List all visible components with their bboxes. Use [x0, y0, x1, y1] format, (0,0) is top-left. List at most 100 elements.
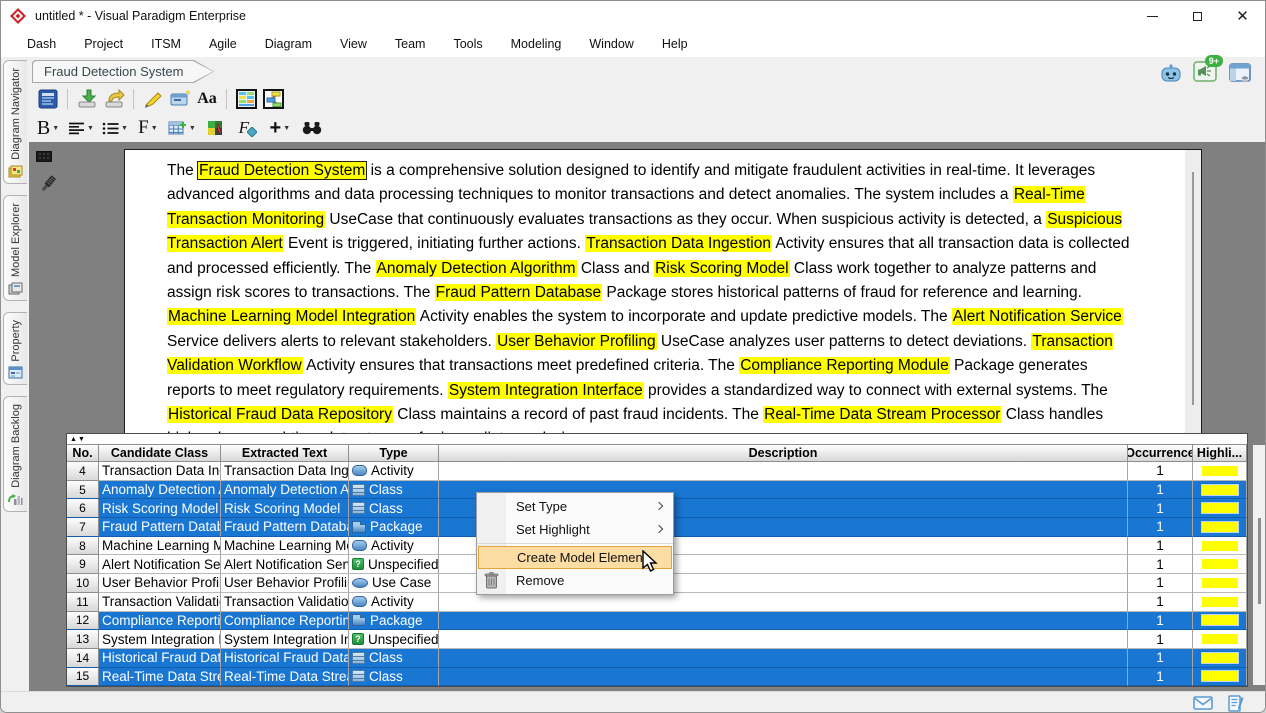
textual-analysis-button[interactable] [36, 87, 60, 111]
extracted-text-cell[interactable]: Transaction Data Ingestion [221, 462, 349, 481]
highlight-cell[interactable] [1193, 593, 1247, 612]
occurrence-cell[interactable]: 1 [1128, 481, 1193, 500]
highlight-cell[interactable] [1193, 537, 1247, 556]
occurrence-cell[interactable]: 1 [1128, 574, 1193, 593]
menu-item-agile[interactable]: Agile [195, 33, 251, 55]
row-number-cell[interactable]: 15 [67, 668, 99, 687]
menu-item-team[interactable]: Team [381, 33, 440, 55]
menu-item-window[interactable]: Window [575, 33, 647, 55]
candidate-class-cell[interactable]: Risk Scoring Model [99, 499, 221, 518]
menu-item-help[interactable]: Help [648, 33, 702, 55]
table-row[interactable]: 15Real-Time Data Stream ProcessorReal-Ti… [67, 668, 1247, 687]
type-cell[interactable]: Use Case [349, 574, 439, 593]
font-style-button[interactable]: Aa [195, 87, 219, 111]
highlight-cell[interactable] [1193, 518, 1247, 537]
type-cell[interactable]: Class [349, 481, 439, 500]
column-header-description[interactable]: Description [439, 445, 1128, 462]
extracted-text-cell[interactable]: System Integration Interface [221, 630, 349, 649]
document-scrollbar[interactable] [1185, 150, 1201, 433]
context-menu-item-set-type[interactable]: Set Type [477, 495, 673, 518]
menu-item-itsm[interactable]: ITSM [137, 33, 195, 55]
tab-fraud-detection-system[interactable]: Fraud Detection System [32, 60, 214, 83]
row-number-cell[interactable]: 6 [67, 499, 99, 518]
table-row[interactable]: 4Transaction Data IngestionTransaction D… [67, 462, 1247, 481]
column-header-type[interactable]: Type [349, 445, 439, 462]
list-button[interactable]: ▼ [102, 116, 128, 140]
highlighted-term[interactable]: Alert Notification Service [952, 308, 1123, 325]
description-cell[interactable] [439, 649, 1128, 668]
highlight-cell[interactable] [1193, 574, 1247, 593]
occurrence-cell[interactable]: 1 [1128, 593, 1193, 612]
font-button[interactable]: F▼ [136, 116, 160, 140]
table-row[interactable]: 14Historical Fraud Data RepositoryHistor… [67, 649, 1247, 668]
row-number-cell[interactable]: 4 [67, 462, 99, 481]
extracted-text-cell[interactable]: User Behavior Profiling [221, 574, 349, 593]
highlight-cell[interactable] [1193, 668, 1247, 687]
extracted-text-cell[interactable]: Anomaly Detection Algorithm [221, 481, 349, 500]
sidebar-tab-diagram-navigator[interactable]: Diagram Navigator [3, 60, 27, 184]
type-cell[interactable]: Activity [349, 537, 439, 556]
occurrence-cell[interactable]: 1 [1128, 518, 1193, 537]
extracted-text-cell[interactable]: Historical Fraud Data Repository [221, 649, 349, 668]
extracted-text-cell[interactable]: Transaction Validation Workflow [221, 593, 349, 612]
occurrence-cell[interactable]: 1 [1128, 630, 1193, 649]
table-row[interactable]: 12Compliance Reporting ModuleCompliance … [67, 612, 1247, 631]
column-header-no[interactable]: No. [67, 445, 99, 462]
row-number-cell[interactable]: 7 [67, 518, 99, 537]
table-scrollbar-thumb[interactable] [1258, 518, 1261, 604]
description-cell[interactable] [439, 668, 1128, 687]
description-cell[interactable] [439, 462, 1128, 481]
row-number-cell[interactable]: 14 [67, 649, 99, 668]
column-header-occurrence[interactable]: Occurrence [1128, 445, 1193, 462]
type-cell[interactable]: Class [349, 649, 439, 668]
diagram-thumbnail-1-button[interactable] [234, 87, 258, 111]
edit-notes-icon[interactable] [1228, 695, 1245, 712]
sort-asc-icon[interactable]: ▲ [70, 436, 78, 443]
occurrence-cell[interactable]: 1 [1128, 537, 1193, 556]
menu-item-dash[interactable]: Dash [13, 33, 70, 55]
sidebar-tab-diagram-backlog[interactable]: Diagram Backlog [3, 396, 27, 512]
menu-item-tools[interactable]: Tools [439, 33, 496, 55]
candidate-class-cell[interactable]: System Integration Interface [99, 630, 221, 649]
notifications-megaphone-icon[interactable]: 9+ [1193, 59, 1219, 88]
insert-table-button[interactable]: ▼ [168, 116, 196, 140]
brush-tool-icon[interactable] [39, 174, 57, 194]
table-scrollbar[interactable] [1253, 445, 1265, 685]
row-number-cell[interactable]: 10 [67, 574, 99, 593]
table-row[interactable]: 11Transaction Validation WorkflowTransac… [67, 593, 1247, 612]
color-palette-button[interactable] [204, 116, 228, 140]
occurrence-cell[interactable]: 1 [1128, 649, 1193, 668]
menu-item-modeling[interactable]: Modeling [497, 33, 576, 55]
row-number-cell[interactable]: 13 [67, 630, 99, 649]
menu-item-project[interactable]: Project [70, 33, 137, 55]
highlighted-term[interactable]: Anomaly Detection Algorithm [376, 260, 577, 277]
add-element-button[interactable]: +▼ [268, 116, 292, 140]
context-menu-item-set-highlight[interactable]: Set Highlight [477, 518, 673, 541]
maximize-button[interactable] [1175, 1, 1220, 31]
search-binoculars-button[interactable] [300, 116, 324, 140]
minimize-button[interactable] [1130, 1, 1175, 31]
highlighted-term[interactable]: Fraud Detection System [198, 162, 366, 179]
extracted-text-cell[interactable]: Alert Notification Service [221, 555, 349, 574]
row-number-cell[interactable]: 11 [67, 593, 99, 612]
highlighted-term[interactable]: Transaction Data Ingestion [585, 235, 772, 252]
highlighted-term[interactable]: Real-Time Data Stream Processor [763, 406, 1001, 423]
highlight-cell[interactable] [1193, 630, 1247, 649]
grid-tool-icon[interactable] [36, 151, 52, 162]
candidate-class-cell[interactable]: Compliance Reporting Module [99, 612, 221, 631]
description-cell[interactable] [439, 593, 1128, 612]
highlight-cell[interactable] [1193, 612, 1247, 631]
extracted-text-cell[interactable]: Risk Scoring Model [221, 499, 349, 518]
candidate-class-cell[interactable]: Fraud Pattern Database [99, 518, 221, 537]
column-header-highli[interactable]: Highli... [1193, 445, 1247, 462]
highlighted-term[interactable]: Historical Fraud Data Repository [167, 406, 393, 423]
table-sort-controls[interactable]: ▲▼ [67, 434, 1247, 445]
import-button[interactable] [75, 87, 99, 111]
layout-panels-icon[interactable] [1229, 63, 1253, 84]
export-button[interactable] [102, 87, 126, 111]
message-envelope-icon[interactable] [1193, 696, 1213, 710]
occurrence-cell[interactable]: 1 [1128, 668, 1193, 687]
highlighted-term[interactable]: Machine Learning Model Integration [167, 308, 416, 325]
highlight-cell[interactable] [1193, 555, 1247, 574]
highlight-cell[interactable] [1193, 499, 1247, 518]
